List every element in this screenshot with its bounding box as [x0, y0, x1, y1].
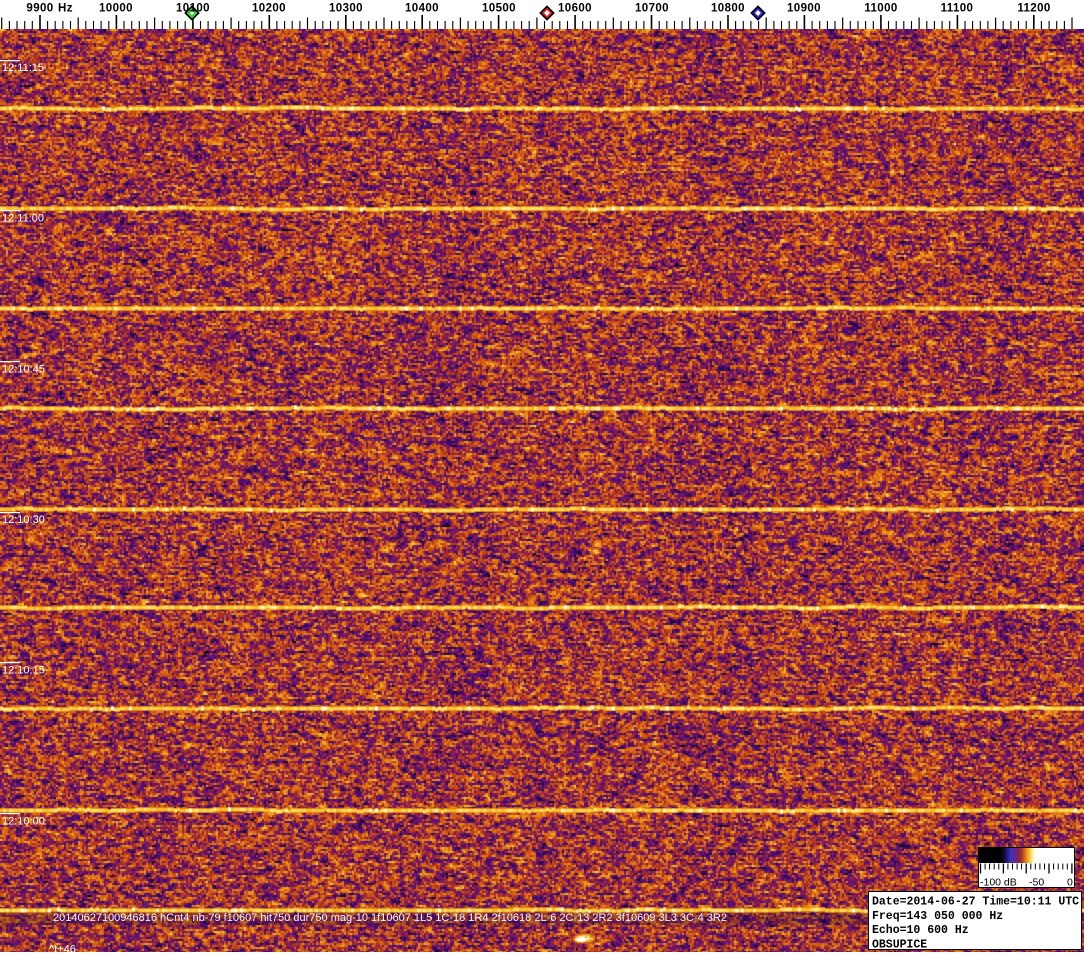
- svg-text:10100: 10100: [176, 3, 210, 15]
- svg-text:10700: 10700: [635, 3, 669, 15]
- svg-text:20140627100946816 hCnt4 nb-79: 20140627100946816 hCnt4 nb-79 f10607 hit…: [53, 912, 727, 924]
- svg-text:11000: 11000: [864, 3, 897, 15]
- svg-text:12:10:30: 12:10:30: [2, 514, 45, 526]
- svg-text:-100 dB: -100 dB: [980, 877, 1017, 889]
- svg-text:^t+46: ^t+46: [49, 944, 76, 953]
- svg-text:10200: 10200: [252, 3, 286, 15]
- svg-text:10500: 10500: [482, 3, 516, 15]
- svg-text:12:11:15: 12:11:15: [2, 62, 44, 74]
- svg-text:12:10:15: 12:10:15: [2, 665, 45, 677]
- svg-text:Hz: Hz: [58, 3, 73, 15]
- svg-text:9900: 9900: [26, 3, 53, 15]
- svg-text:Date=2014-06-27 Time=10:11 UTC: Date=2014-06-27 Time=10:11 UTC: [872, 895, 1079, 908]
- svg-text:Freq=143 050 000 Hz: Freq=143 050 000 Hz: [872, 910, 1003, 923]
- svg-text:10600: 10600: [558, 3, 592, 15]
- svg-text:10000: 10000: [99, 3, 133, 15]
- svg-text:10800: 10800: [711, 3, 745, 15]
- svg-text:12:10:45: 12:10:45: [2, 363, 45, 375]
- svg-text:Echo=10 600 Hz: Echo=10 600 Hz: [872, 924, 969, 937]
- svg-text:12:10:00: 12:10:00: [2, 815, 45, 827]
- svg-text:12:11:00: 12:11:00: [2, 213, 44, 225]
- svg-text:10300: 10300: [329, 3, 363, 15]
- svg-text:10400: 10400: [405, 3, 439, 15]
- svg-text:11100: 11100: [941, 3, 974, 15]
- svg-text:11200: 11200: [1017, 3, 1050, 15]
- svg-text:0: 0: [1067, 877, 1073, 889]
- svg-text:10900: 10900: [787, 3, 821, 15]
- svg-text:OBSUPICE: OBSUPICE: [872, 939, 927, 952]
- svg-text:-50: -50: [1029, 877, 1044, 889]
